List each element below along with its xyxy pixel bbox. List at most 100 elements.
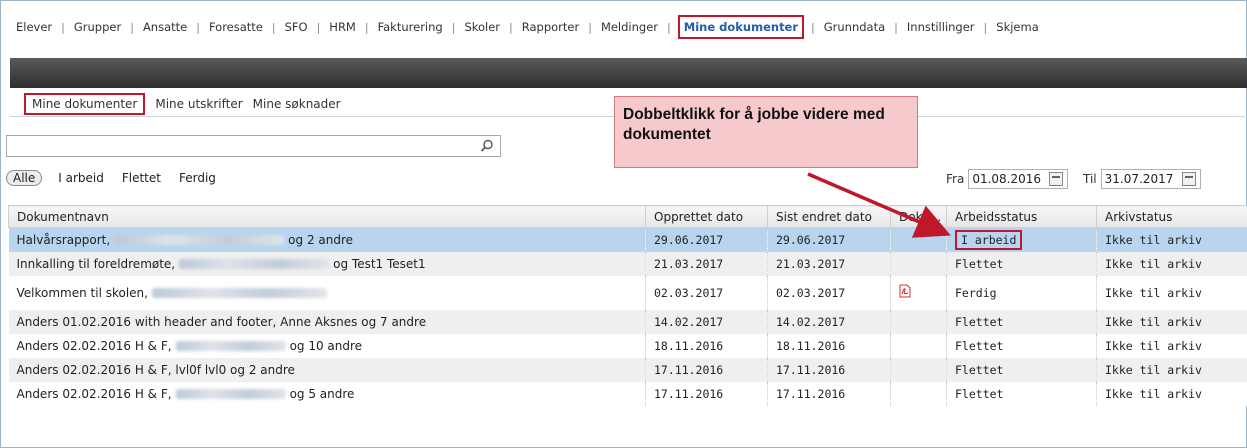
- nav-innstillinger[interactable]: Innstillinger: [905, 20, 977, 34]
- cell-status: Ferdig: [946, 275, 1097, 310]
- cell-status: I arbeid: [946, 227, 1097, 252]
- table-row[interactable]: Innkalling til foreldremøte, og Test1 Tes…: [8, 251, 1247, 276]
- nav-grupper[interactable]: Grupper: [72, 20, 123, 34]
- cell-created: 21.03.2017: [645, 251, 768, 276]
- header-bar: [10, 58, 1247, 88]
- calendar-icon[interactable]: [1181, 172, 1196, 186]
- cell-doc: [890, 275, 947, 310]
- cell-created: 14.02.2017: [645, 309, 768, 334]
- col-dokumentnavn[interactable]: Dokumentnavn: [8, 205, 646, 228]
- col-arbeidsstatus[interactable]: Arbeidsstatus: [946, 205, 1097, 228]
- name-suffix: og 10 andre: [289, 338, 363, 353]
- date-to-input[interactable]: 31.07.2017: [1100, 169, 1201, 189]
- col-arkivstatus[interactable]: Arkivstatus: [1096, 205, 1247, 228]
- cell-name: Anders 02.02.2016 H & F, og 5 andre: [8, 381, 646, 406]
- date-from: Fra 01.08.2016: [946, 168, 1069, 190]
- nav-skoler[interactable]: Skoler: [462, 20, 502, 34]
- cell-changed: 17.11.2016: [767, 381, 891, 406]
- pdf-icon[interactable]: [899, 284, 911, 298]
- nav-sfo[interactable]: SFO: [283, 20, 310, 34]
- nav-separator: |: [983, 20, 988, 34]
- nav-mine-dokumenter[interactable]: Mine dokumenter: [677, 15, 805, 39]
- cell-name: Innkalling til foreldremøte, og Test1 Tes…: [8, 251, 646, 276]
- nav-skjema[interactable]: Skjema: [994, 20, 1040, 34]
- nav-meldinger[interactable]: Meldinger: [599, 20, 660, 34]
- col-dokument[interactable]: Doku...: [890, 205, 947, 228]
- tab-mine-utskrifter[interactable]: Mine utskrifter: [155, 97, 242, 111]
- name-text: Innkalling til foreldremøte,: [16, 256, 176, 271]
- cell-archive: Ikke til arkiv: [1096, 227, 1247, 252]
- calendar-icon[interactable]: [1049, 172, 1064, 186]
- nav-separator: |: [130, 20, 134, 34]
- nav-ansatte[interactable]: Ansatte: [141, 20, 189, 34]
- cell-doc: [890, 381, 947, 406]
- search-input[interactable]: [7, 136, 477, 156]
- nav-separator: |: [316, 20, 321, 34]
- cell-status: Flettet: [946, 333, 1097, 358]
- nav-separator: |: [811, 20, 815, 34]
- status-filter: Alle I arbeid Flettet Ferdig: [6, 168, 234, 188]
- cell-name: Anders 02.02.2016 H & F, og 10 andre: [8, 333, 646, 358]
- cell-created: 17.11.2016: [645, 357, 768, 382]
- nav-separator: |: [509, 20, 513, 34]
- name-text: Velkommen til skolen,: [16, 285, 148, 300]
- documents-table: Dokumentnavn Opprettet dato Sist endret …: [8, 205, 1247, 406]
- cell-changed: 02.03.2017: [767, 275, 891, 310]
- search-icon[interactable]: [480, 139, 494, 153]
- table-row[interactable]: Halvårsrapport, og 2 andre 29.06.2017 29.…: [8, 227, 1247, 252]
- cell-changed: 29.06.2017: [767, 227, 891, 252]
- name-text: Halvårsrapport,: [16, 232, 111, 247]
- date-from-label: Fra: [946, 172, 965, 186]
- nav-rapporter[interactable]: Rapporter: [520, 20, 581, 34]
- table-row[interactable]: Velkommen til skolen, 02.03.2017 02.03.2…: [8, 275, 1247, 310]
- filter-i-arbeid[interactable]: I arbeid: [58, 171, 104, 185]
- tab-mine-soknader[interactable]: Mine søknader: [253, 97, 341, 111]
- cell-archive: Ikke til arkiv: [1096, 381, 1247, 406]
- cell-status: Flettet: [946, 381, 1097, 406]
- cell-created: 17.11.2016: [645, 381, 768, 406]
- cell-archive: Ikke til arkiv: [1096, 357, 1247, 382]
- cell-doc: [890, 251, 947, 276]
- filter-flettet[interactable]: Flettet: [122, 171, 161, 185]
- filter-alle[interactable]: Alle: [6, 170, 43, 186]
- name-suffix: og 5 andre: [289, 386, 355, 401]
- col-sist-endret-dato[interactable]: Sist endret dato: [767, 205, 891, 228]
- name-suffix: og Test1 Teset1: [333, 256, 426, 271]
- cell-status: Flettet: [946, 309, 1097, 334]
- nav-separator: |: [451, 20, 456, 34]
- cell-archive: Ikke til arkiv: [1096, 275, 1247, 310]
- redacted-text: [175, 341, 286, 351]
- nav-separator: |: [61, 20, 65, 34]
- nav-hrm[interactable]: HRM: [327, 20, 358, 34]
- table-row[interactable]: Anders 02.02.2016 H & F, og 5 andre 17.11…: [8, 381, 1247, 406]
- redacted-text: [175, 389, 286, 399]
- search-box: [6, 135, 501, 157]
- nav-foresatte[interactable]: Foresatte: [207, 20, 265, 34]
- table-row[interactable]: Anders 01.02.2016 with header and footer…: [8, 309, 1247, 334]
- name-text: Anders 02.02.2016 H & F,: [16, 338, 172, 353]
- callout-text: Dobbeltklikk for å jobbe videre med doku…: [623, 106, 885, 143]
- cell-doc: [890, 357, 947, 382]
- nav-fakturering[interactable]: Fakturering: [376, 20, 445, 34]
- nav-separator: |: [271, 20, 276, 34]
- table-row[interactable]: Anders 02.02.2016 H & F, lvl0f lvl0 og 2…: [8, 357, 1247, 382]
- nav-separator: |: [894, 20, 898, 34]
- tab-mine-dokumenter[interactable]: Mine dokumenter: [24, 93, 146, 115]
- top-navigation: Elever | Grupper | Ansatte | Foresatte | SFO…: [14, 14, 1041, 40]
- cell-archive: Ikke til arkiv: [1096, 251, 1247, 276]
- col-opprettet-dato[interactable]: Opprettet dato: [645, 205, 768, 228]
- nav-separator: |: [588, 20, 592, 34]
- filter-ferdig[interactable]: Ferdig: [179, 171, 216, 185]
- nav-grunndata[interactable]: Grunndata: [822, 20, 887, 34]
- annotation-callout: Dobbeltklikk for å jobbe videre med doku…: [614, 96, 918, 168]
- date-from-input[interactable]: 01.08.2016: [968, 169, 1069, 189]
- cell-created: 29.06.2017: [645, 227, 768, 252]
- cell-changed: 17.11.2016: [767, 357, 891, 382]
- cell-created: 02.03.2017: [645, 275, 768, 310]
- redacted-text: [179, 259, 330, 269]
- table-row[interactable]: Anders 02.02.2016 H & F, og 10 andre 18.1…: [8, 333, 1247, 358]
- cell-changed: 18.11.2016: [767, 333, 891, 358]
- nav-elever[interactable]: Elever: [14, 20, 54, 34]
- table-header-row: Dokumentnavn Opprettet dato Sist endret …: [8, 205, 1247, 228]
- cell-name: Anders 02.02.2016 H & F, lvl0f lvl0 og 2…: [8, 357, 646, 382]
